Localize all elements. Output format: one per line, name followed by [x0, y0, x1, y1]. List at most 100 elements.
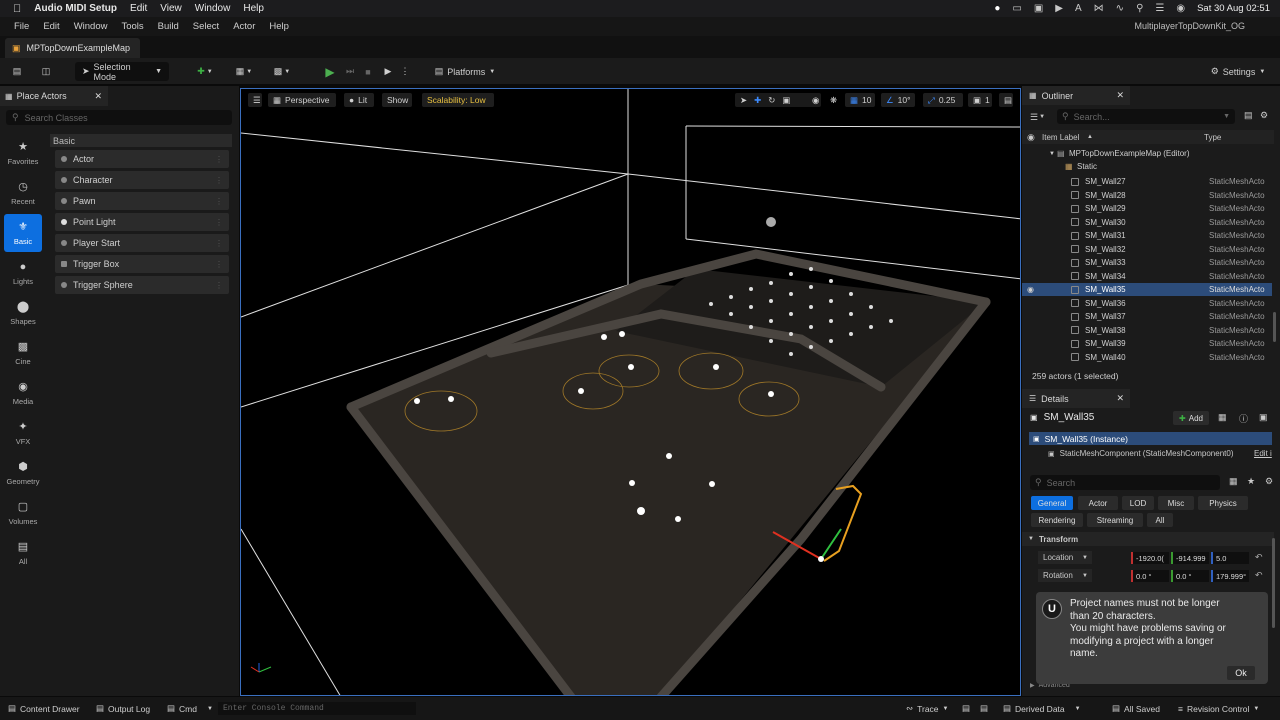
table-row[interactable]: SM_Wall33 StaticMeshActo — [1022, 256, 1272, 269]
keyboard-icon[interactable]: A — [1075, 3, 1082, 14]
world-local-button[interactable]: ◉ — [807, 93, 821, 107]
lit-button[interactable]: ● Lit — [344, 93, 374, 107]
location-x-field[interactable]: -1920.0( — [1131, 552, 1169, 564]
content-drawer-button[interactable]: ▤ Content Drawer — [8, 702, 80, 715]
grid-snap-button[interactable]: ▦ 10 — [845, 93, 875, 107]
location-z-field[interactable]: 5.0 — [1211, 552, 1249, 564]
add-content-button[interactable]: ✚ ▼ — [195, 62, 215, 81]
menu-actor[interactable]: Actor — [233, 21, 255, 32]
table-row[interactable]: SM_Wall37 StaticMeshActo — [1022, 310, 1272, 323]
save-icon[interactable]: ▤ — [9, 62, 25, 81]
table-row[interactable]: SM_Wall36 StaticMeshActo — [1022, 297, 1272, 310]
network-icon[interactable]: ▤ — [962, 702, 970, 715]
table-row[interactable]: SM_Wall38 StaticMeshActo — [1022, 324, 1272, 337]
camera-speed-button[interactable]: ▣ 1 — [968, 93, 992, 107]
selection-mode-dropdown[interactable]: ➤ Selection Mode ▼ — [75, 62, 169, 82]
mac-clock[interactable]: Sat 30 Aug 02:51 — [1197, 3, 1270, 14]
details-tab[interactable]: ☰ Details ✕ — [1022, 389, 1130, 408]
tab-rendering[interactable]: Rendering — [1031, 513, 1083, 527]
menu-edit[interactable]: Edit — [43, 21, 59, 32]
mac-menu-view[interactable]: View — [160, 3, 182, 14]
category-geometry[interactable]: ⬢ Geometry — [4, 454, 42, 492]
table-row[interactable]: SM_Wall27 StaticMeshActo — [1022, 175, 1272, 188]
mac-menu-edit[interactable]: Edit — [130, 3, 147, 14]
tab-actor[interactable]: Actor — [1078, 496, 1118, 510]
apple-icon[interactable]:  — [13, 3, 21, 15]
location-dropdown[interactable]: Location ▼ — [1038, 551, 1092, 564]
search-icon[interactable]: ⚲ — [1136, 3, 1143, 14]
list-item[interactable]: Pawn ⋮ — [55, 192, 229, 210]
table-row[interactable]: SM_Wall28 StaticMeshActo — [1022, 189, 1272, 202]
scalability-button[interactable]: Scalability: Low — [422, 93, 494, 107]
outliner-filter-button[interactable]: ☰ ▼ — [1030, 110, 1050, 124]
mac-menu-window[interactable]: Window — [195, 3, 231, 14]
menu-build[interactable]: Build — [158, 21, 179, 32]
select-icon[interactable]: ➤ — [740, 95, 747, 106]
ok-button[interactable]: Ok — [1227, 666, 1255, 680]
category-lights[interactable]: ● Lights — [4, 254, 42, 292]
list-item[interactable]: Trigger Box ⋮ — [55, 255, 229, 273]
display-icon[interactable]: ▭ — [1012, 3, 1021, 14]
show-button[interactable]: Show — [382, 93, 412, 107]
category-recent[interactable]: ◷ Recent — [4, 174, 42, 212]
add-component-button[interactable]: ✚ Add — [1173, 411, 1209, 425]
table-row[interactable]: SM_Wall31 StaticMeshActo — [1022, 229, 1272, 242]
close-icon[interactable]: ✕ — [94, 91, 102, 102]
rotation-snap-button[interactable]: ∠ 10° — [881, 93, 915, 107]
category-all[interactable]: ▤ All — [4, 534, 42, 572]
star-icon[interactable]: ★ — [1247, 476, 1255, 487]
grid-view-icon[interactable]: ▦ — [1229, 476, 1238, 487]
list-item[interactable]: Trigger Sphere ⋮ — [55, 276, 229, 294]
category-basic[interactable]: ⚜ Basic — [4, 214, 42, 252]
details-scrollbar[interactable] — [1272, 538, 1275, 628]
move-icon[interactable]: ✚ — [754, 95, 761, 106]
component-row[interactable]: ▣ StaticMeshComponent (StaticMeshCompone… — [1048, 449, 1233, 458]
column-type[interactable]: Type — [1204, 133, 1221, 142]
table-row[interactable]: SM_Wall29 StaticMeshActo — [1022, 202, 1272, 215]
eye-icon[interactable]: ◉ — [1027, 285, 1034, 294]
outliner-map-row[interactable]: ▼ ▤ MPTopDownExampleMap (Editor) — [1022, 147, 1272, 160]
level-viewport[interactable]: ☰ ▦ Perspective ● Lit Show Scalability: Lo… — [240, 88, 1021, 696]
revision-control-dropdown[interactable]: ≡ Revision Control ▼ — [1178, 702, 1259, 715]
tab-streaming[interactable]: Streaming — [1087, 513, 1143, 527]
category-favorites[interactable]: ★ Favorites — [4, 134, 42, 172]
search-classes-input[interactable]: ⚲ Search Classes — [6, 110, 232, 125]
list-item[interactable]: Character ⋮ — [55, 171, 229, 189]
menu-tools[interactable]: Tools — [121, 21, 143, 32]
reset-location-icon[interactable]: ↶ — [1255, 552, 1263, 563]
rotation-y-field[interactable]: 0.0 ° — [1171, 570, 1209, 582]
console-command-input[interactable]: Enter Console Command — [218, 702, 416, 715]
outliner-tab[interactable]: ▦ Outliner ✕ — [1022, 86, 1130, 105]
outliner-folder-row[interactable]: ▦ Static — [1022, 160, 1272, 173]
menu-help[interactable]: Help — [269, 21, 289, 32]
rotation-x-field[interactable]: 0.0 ° — [1131, 570, 1169, 582]
mac-app-name[interactable]: Audio MIDI Setup — [34, 3, 117, 14]
rotate-icon[interactable]: ↻ — [768, 95, 775, 106]
close-icon[interactable]: ✕ — [1116, 393, 1124, 404]
scene-render[interactable] — [241, 89, 1021, 696]
record-icon[interactable]: ● — [994, 3, 1000, 14]
place-actors-tab[interactable]: ▦ Place Actors ✕ — [0, 86, 108, 106]
list-item[interactable]: Actor ⋮ — [55, 150, 229, 168]
control-center-icon[interactable]: ☰ — [1155, 3, 1164, 14]
reset-rotation-icon[interactable]: ↶ — [1255, 570, 1263, 581]
level-tab[interactable]: ▣ MPTopDownExampleMap — [5, 38, 141, 58]
category-shapes[interactable]: ⬤ Shapes — [4, 294, 42, 332]
category-cine[interactable]: ▩ Cine — [4, 334, 42, 372]
step-button[interactable]: ⏭ — [343, 62, 357, 81]
lock-icon[interactable]: ▣ — [1259, 412, 1268, 423]
list-item[interactable]: Player Start ⋮ — [55, 234, 229, 252]
settings-dropdown[interactable]: ⚙ Settings ▼ — [1206, 62, 1270, 81]
gizmo-origin[interactable] — [818, 556, 824, 562]
eject-button[interactable]: ▶ — [381, 62, 395, 81]
tab-all[interactable]: All — [1147, 513, 1173, 527]
wifi-icon[interactable]: ∿ — [1116, 3, 1124, 14]
bluetooth-icon[interactable]: ⋈ — [1094, 3, 1104, 14]
gear-icon[interactable]: ⚙ — [1260, 110, 1268, 121]
cinematics-button[interactable]: ▩ ▼ — [270, 62, 294, 81]
scale-icon[interactable]: ▣ — [782, 95, 790, 106]
derived-data-dropdown[interactable]: ▤ Derived Data ▼ — [1003, 702, 1081, 715]
tab-lod[interactable]: LOD — [1122, 496, 1154, 510]
tab-physics[interactable]: Physics — [1198, 496, 1248, 510]
menu-file[interactable]: File — [14, 21, 29, 32]
